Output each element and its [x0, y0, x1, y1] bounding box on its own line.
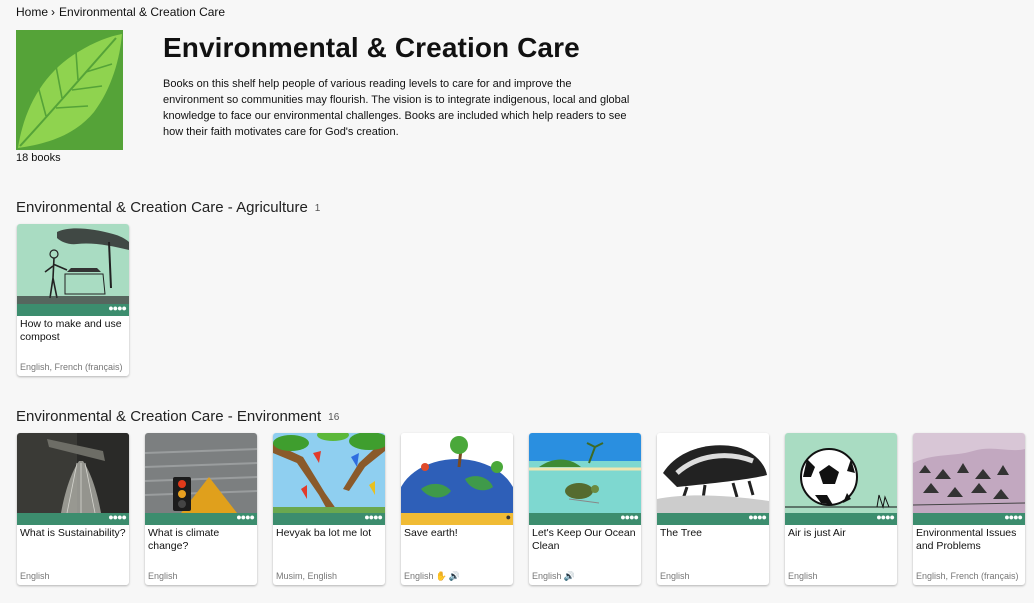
section-title-agriculture: Environmental & Creation Care - Agricult…	[16, 199, 320, 216]
card-more-dots-icon: ●●●●	[876, 512, 895, 522]
book-languages: Musim, English	[276, 571, 338, 581]
book-title: Environmental Issues and Problems	[916, 527, 1017, 552]
book-languages: English	[660, 571, 690, 581]
book-count: 18 books	[16, 152, 61, 164]
book-thumbnail	[17, 433, 129, 513]
breadcrumb-home-link[interactable]: Home	[16, 5, 48, 19]
book-languages: English	[788, 571, 818, 581]
card-status-bar: ●	[401, 512, 513, 525]
book-thumbnail	[913, 433, 1025, 513]
card-more-dots-icon: ●●●●	[108, 512, 127, 522]
card-more-dots-icon: ●●●●	[620, 512, 639, 522]
breadcrumb-current: Environmental & Creation Care	[59, 5, 226, 19]
book-card[interactable]: ●●●● Let's Keep Our Ocean Clean English 🔊	[529, 433, 641, 585]
section-title-text: Environmental & Creation Care - Agricult…	[16, 199, 308, 216]
card-status-bar: ●●●●	[913, 512, 1025, 525]
breadcrumb-separator: ›	[51, 5, 56, 19]
audio-icon: 🔊	[448, 571, 460, 581]
book-title: Hevyak ba lot me lot	[276, 527, 372, 539]
book-thumbnail	[17, 224, 129, 304]
section-count: 16	[328, 412, 340, 423]
book-title: Let's Keep Our Ocean Clean	[532, 527, 636, 552]
book-title: Air is just Air	[788, 527, 846, 539]
card-status-bar: ●●●●	[529, 512, 641, 525]
card-status-bar: ●●●●	[145, 512, 257, 525]
book-title: What is climate change?	[148, 527, 220, 552]
book-thumbnail	[401, 433, 513, 513]
card-more-dots-icon: ●●●●	[108, 303, 127, 313]
book-languages: English	[148, 571, 178, 581]
shelf-leaf-image	[16, 30, 123, 150]
card-more-dots-icon: ●●●●	[1004, 512, 1023, 522]
section-count: 1	[314, 203, 321, 214]
audio-icon: 🔊	[563, 571, 575, 581]
page-title: Environmental & Creation Care	[163, 32, 580, 63]
card-status-bar: ●●●●	[17, 303, 129, 316]
breadcrumb: Home › Environmental & Creation Care	[16, 5, 225, 19]
shelf-description: Books on this shelf help people of vario…	[163, 78, 630, 138]
book-thumbnail	[145, 433, 257, 513]
book-card[interactable]: ● Save earth! English ✋ 🔊	[401, 433, 513, 585]
book-languages-row: English 🔊	[532, 571, 638, 582]
book-card[interactable]: ●●●● Hevyak ba lot me lot Musim, English	[273, 433, 385, 585]
book-title: What is Sustainability?	[20, 527, 126, 539]
card-status-bar: ●●●●	[785, 512, 897, 525]
book-card[interactable]: ●●●● Air is just Air English	[785, 433, 897, 585]
book-languages: English, French (français)	[916, 571, 1019, 581]
book-languages: English	[404, 571, 434, 581]
book-card[interactable]: ●●●● Environmental Issues and Problems E…	[913, 433, 1025, 585]
card-more-dots-icon: ●●●●	[364, 512, 383, 522]
card-more-dots-icon: ●	[505, 512, 512, 522]
book-card[interactable]: ●●●● The Tree English	[657, 433, 769, 585]
book-languages: English, French (français)	[20, 362, 123, 372]
book-title: The Tree	[660, 527, 703, 539]
book-languages: English	[532, 571, 562, 581]
book-title: How to make and use compost	[20, 318, 122, 343]
book-languages-row: English ✋ 🔊	[404, 571, 510, 582]
leaf-icon	[16, 30, 123, 150]
book-thumbnail	[785, 433, 897, 513]
section-title-environment: Environmental & Creation Care - Environm…	[16, 408, 339, 425]
book-card[interactable]: ●●●● What is climate change? English	[145, 433, 257, 585]
book-card[interactable]: ●●●● How to make and use compost English…	[17, 224, 129, 376]
card-more-dots-icon: ●●●●	[236, 512, 255, 522]
section-title-text: Environmental & Creation Care - Environm…	[16, 408, 322, 425]
card-status-bar: ●●●●	[273, 512, 385, 525]
book-card[interactable]: ●●●● What is Sustainability? English	[17, 433, 129, 585]
book-title: Save earth!	[404, 527, 458, 539]
book-thumbnail	[529, 433, 641, 513]
card-status-bar: ●●●●	[657, 512, 769, 525]
book-thumbnail	[657, 433, 769, 513]
card-status-bar: ●●●●	[17, 512, 129, 525]
sign-language-icon: ✋	[435, 571, 447, 581]
book-thumbnail	[273, 433, 385, 513]
card-more-dots-icon: ●●●●	[748, 512, 767, 522]
book-languages: English	[20, 571, 50, 581]
